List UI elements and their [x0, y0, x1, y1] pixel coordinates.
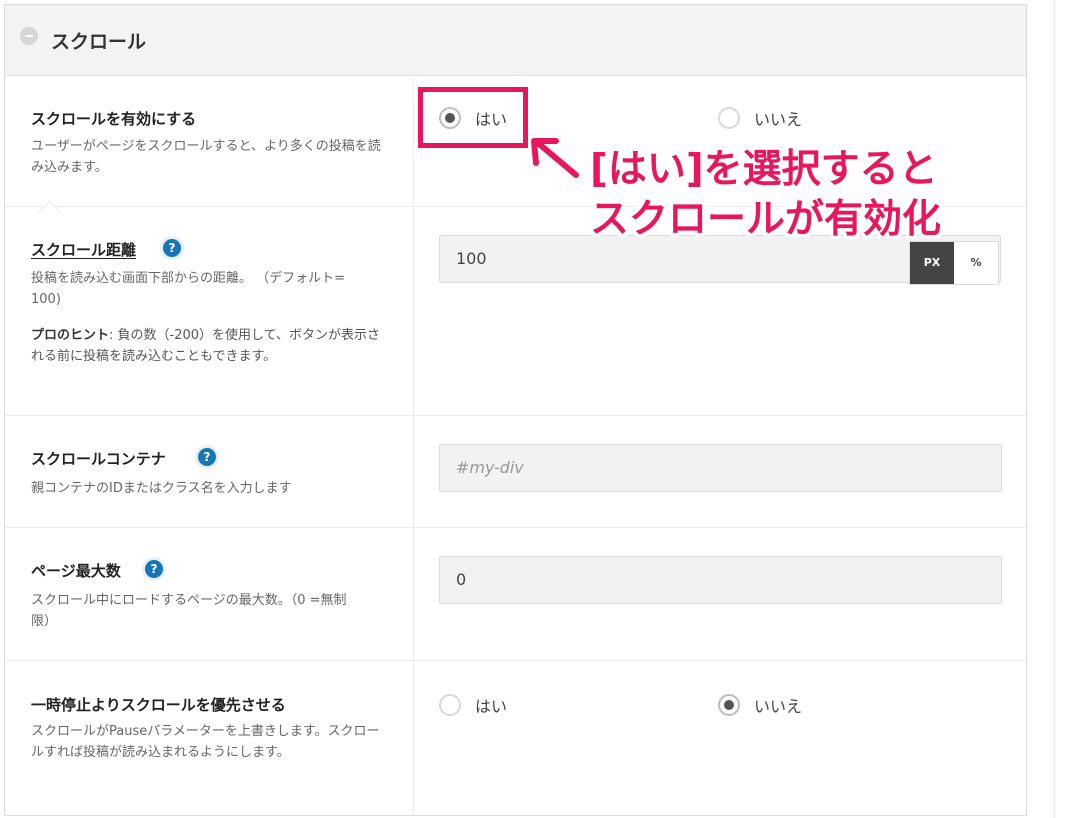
scroll-override-yes-radio[interactable]: はい: [439, 693, 507, 717]
scroll-distance-label: スクロール距離: [31, 241, 137, 259]
help-icon[interactable]: ?: [145, 560, 163, 578]
row-divider: [5, 415, 1026, 416]
scroll-override-desc: スクロールがPauseパラメーターを上書きします。スクロールすれば投稿が読み込ま…: [31, 724, 380, 760]
max-pages-input[interactable]: 0: [439, 556, 1002, 604]
enable-scroll-desc: ユーザーがページをスクロールすると、より多くの投稿を読み込みます。: [31, 139, 381, 175]
help-icon[interactable]: ?: [163, 239, 181, 257]
scroll-distance-desc: 投稿を読み込む画面下部からの距離。 （デフォルト= 100): [31, 271, 346, 307]
row-divider: [5, 660, 1026, 661]
caret-pointer: [37, 201, 63, 214]
enable-scroll-no-radio[interactable]: いいえ: [718, 106, 802, 130]
panel-header[interactable]: スクロール: [5, 5, 1026, 76]
annotation-callout: [はい]を選択すると スクロールが有効化: [590, 145, 941, 245]
arrow-icon: [528, 137, 582, 181]
unit-percent-button[interactable]: %: [954, 242, 998, 284]
highlight-box: [418, 87, 528, 148]
help-icon[interactable]: ?: [198, 448, 216, 466]
radio-unchecked-icon[interactable]: [718, 107, 740, 129]
page-edge-line: [1054, 0, 1055, 818]
unit-px-button[interactable]: PX: [910, 242, 954, 284]
collapse-icon[interactable]: [20, 27, 38, 45]
column-divider: [413, 76, 414, 816]
scroll-override-no-radio[interactable]: いいえ: [718, 693, 802, 717]
max-pages-label: ページ最大数: [31, 562, 121, 580]
unit-toggle: PX %: [909, 241, 999, 285]
scroll-container-desc: 親コンテナのIDまたはクラス名を入力します: [31, 481, 292, 496]
scroll-container-input[interactable]: #my-div: [439, 444, 1002, 492]
pro-tip: プロのヒント: 負の数（-200）を使用して、ボタンが表示される前に投稿を読み込…: [31, 325, 381, 367]
radio-label: いいえ: [754, 110, 803, 129]
radio-checked-icon[interactable]: [718, 694, 740, 716]
row-divider: [5, 527, 1026, 528]
scroll-override-label: 一時停止よりスクロールを優先させる: [31, 696, 286, 714]
annotation-line-1: [はい]を選択すると: [590, 147, 938, 192]
annotation-line-2: スクロールが有効化: [590, 197, 942, 242]
radio-label: いいえ: [754, 697, 803, 716]
scroll-container-label: スクロールコンテナ: [31, 450, 166, 468]
radio-unchecked-icon[interactable]: [439, 694, 461, 716]
pro-tip-label: プロのヒント: [31, 328, 110, 343]
enable-scroll-label: スクロールを有効にする: [31, 110, 197, 128]
max-pages-desc: スクロール中にロードするページの最大数。（0 =無制限）: [31, 593, 347, 629]
panel-title: スクロール: [51, 31, 147, 53]
radio-label: はい: [475, 697, 508, 716]
